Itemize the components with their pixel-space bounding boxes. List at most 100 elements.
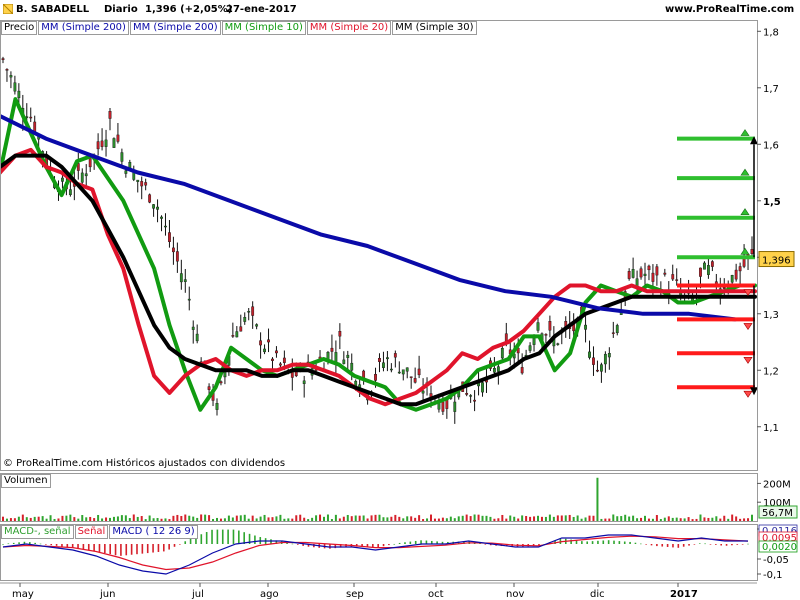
macd-histogram-bar — [189, 538, 192, 544]
macd-histogram-bar — [55, 544, 58, 546]
volume-bar — [663, 517, 666, 521]
price-bar-body — [239, 326, 243, 332]
volume-bar — [13, 518, 16, 521]
macd-histogram-bar — [640, 543, 642, 545]
volume-bar — [620, 516, 623, 521]
volume-bar — [263, 514, 266, 521]
macd-histogram-bar — [704, 543, 706, 545]
volume-bar — [287, 518, 290, 521]
price-bar-body — [179, 273, 183, 283]
price-bar-body — [183, 279, 187, 282]
macd-histogram-bar — [618, 541, 621, 544]
macd-histogram-bar — [698, 543, 701, 544]
macd-histogram-bar — [677, 544, 680, 548]
price-bar-body — [382, 362, 385, 368]
price-bar-body — [275, 350, 278, 354]
macd-label-macd[interactable]: MACD ( 12 26 9) — [109, 525, 198, 539]
volume-bar — [101, 518, 104, 521]
price-bar-body — [528, 345, 532, 351]
macd-histogram-bar — [645, 544, 647, 545]
macd-histogram-bar — [18, 542, 20, 544]
time-tick-label: jun — [99, 589, 115, 600]
volume-bar — [334, 514, 337, 521]
volume-bar — [394, 514, 397, 521]
price-bar-body — [584, 324, 587, 330]
volume-bar — [370, 515, 373, 521]
volume-bar — [77, 518, 80, 521]
price-bar-body — [544, 334, 548, 336]
down-arrow-icon — [743, 357, 753, 364]
volume-bar — [449, 516, 452, 521]
price-bar-body — [592, 357, 595, 365]
price-bar-body — [148, 194, 152, 203]
volume-bar — [346, 514, 349, 521]
macd-label-histogram[interactable]: MACD-, señal — [1, 525, 74, 539]
volume-bar — [568, 514, 571, 521]
volume-bar — [176, 514, 179, 521]
price-bar-body — [596, 369, 599, 372]
sma30-line — [0, 153, 757, 407]
volume-bar — [683, 518, 686, 521]
price-bar-body — [615, 325, 619, 334]
price-bar-body — [441, 401, 445, 412]
volume-bar — [45, 518, 48, 521]
price-bar-body — [500, 347, 504, 359]
volume-bar — [366, 518, 369, 521]
macd-histogram-bar — [104, 544, 106, 553]
up-arrow-icon — [740, 129, 750, 136]
macd-histogram-bar — [152, 544, 154, 553]
price-bar-body — [417, 368, 421, 376]
price-bar-body — [13, 82, 17, 92]
volume-bar — [667, 516, 670, 521]
macd-histogram-bar — [398, 542, 401, 544]
price-bar-body — [144, 182, 148, 186]
price-bar-body — [251, 306, 255, 316]
macd-histogram-bar — [656, 544, 658, 547]
volume-bar — [457, 516, 460, 521]
volume-bar — [192, 516, 195, 521]
volume-bar — [188, 515, 191, 521]
macd-label-signal[interactable]: Señal — [74, 525, 109, 539]
volume-bar — [49, 515, 52, 521]
volume-bar — [184, 514, 187, 521]
volume-bar — [168, 519, 171, 521]
price-bar-body — [334, 352, 338, 363]
up-arrow-icon — [740, 247, 750, 255]
price-bar-body — [710, 261, 714, 267]
price-bar-body — [647, 265, 651, 271]
volume-bar — [160, 518, 163, 521]
macd-histogram-bar — [377, 544, 379, 548]
price-bar-body — [231, 335, 235, 337]
price-bar-body — [639, 268, 643, 278]
price-bar-body — [421, 390, 425, 394]
price-bar-body — [481, 382, 484, 393]
volume-bar — [529, 516, 532, 521]
macd-histogram-bar — [747, 543, 749, 545]
price-bar-body — [279, 363, 282, 366]
volume-bar — [291, 518, 294, 521]
volume-bar — [112, 516, 115, 521]
volume-bar — [41, 516, 44, 521]
chart-canvas[interactable]: 1,11,21,31,41,51,61,71,81,396200M100M56,… — [0, 0, 800, 600]
volume-bar — [552, 516, 555, 521]
macd-histogram-bar — [28, 542, 31, 544]
macd-histogram-bar — [597, 540, 599, 544]
volume-panel-label[interactable]: Volumen — [1, 474, 51, 488]
volume-bar — [144, 519, 147, 521]
price-bar-body — [536, 322, 540, 331]
volume-bar — [386, 517, 389, 521]
macd-histogram-bar — [591, 541, 594, 544]
price-bar-body — [405, 367, 409, 372]
time-tick-label: ago — [260, 589, 279, 600]
volume-bar — [251, 515, 254, 521]
price-bar-body — [655, 266, 659, 276]
volume-bar — [255, 518, 258, 521]
price-tick-label: 1,1 — [763, 423, 779, 434]
volume-bar — [354, 515, 357, 521]
price-bar-body — [453, 401, 457, 412]
volume-bar — [180, 515, 183, 521]
macd-histogram-bar — [329, 544, 331, 549]
volume-bar — [640, 517, 643, 521]
volume-bar — [299, 514, 302, 521]
price-bar-body — [96, 141, 100, 150]
